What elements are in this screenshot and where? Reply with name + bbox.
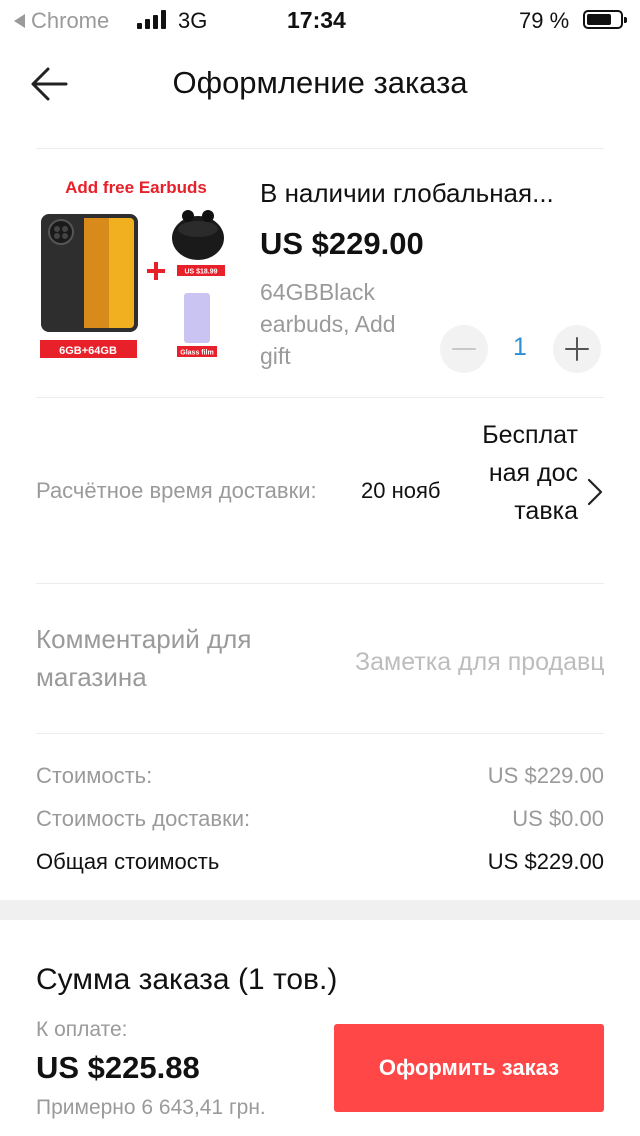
shipping-cost-value: US $0.00 (512, 806, 604, 831)
network-type: 3G (178, 8, 208, 33)
battery-icon (583, 10, 627, 29)
subtotal-label: Стоимость: (36, 763, 153, 788)
subtotal-row: Стоимость: US $229.00 (36, 763, 604, 789)
delivery-method[interactable]: Бесплатная доставка (478, 416, 578, 530)
minus-icon (452, 348, 476, 350)
plus-icon (565, 337, 589, 361)
storage-tag-text: 6GB+64GB (59, 345, 117, 357)
place-order-button[interactable]: Оформить заказ (334, 1024, 604, 1112)
subtotal-value: US $229.00 (487, 763, 604, 788)
product-title[interactable]: В наличии глобальная... (260, 178, 604, 209)
product-variant[interactable]: 64GBBlack earbuds, Add gift (260, 276, 430, 372)
total-row: Общая стоимость US $229.00 (36, 849, 604, 875)
divider (36, 733, 604, 734)
divider (36, 397, 604, 398)
divider (36, 148, 604, 149)
comment-label: Комментарий для магазина (36, 624, 252, 692)
product-price: US $229.00 (260, 226, 424, 261)
back-to-app-link[interactable]: Chrome (14, 8, 109, 34)
quantity-increase-button[interactable] (553, 325, 601, 373)
product-image[interactable]: Add free Earbuds 6GB+64GB US $18.99 Glas… (36, 172, 236, 372)
status-bar: Chrome 3G 17:34 79 % (0, 0, 640, 40)
promo-text: Add free Earbuds (65, 178, 207, 197)
total-label: Общая стоимость (36, 849, 220, 874)
battery-fill (587, 14, 612, 25)
clock: 17:34 (287, 7, 346, 33)
signal-strength-icon (137, 9, 166, 29)
quantity-value[interactable]: 1 (498, 333, 542, 362)
chevron-right-icon[interactable] (584, 477, 606, 507)
pay-amount: US $225.88 (36, 1050, 200, 1085)
delivery-label: Расчётное время доставки: (36, 478, 317, 503)
quantity-decrease-button[interactable] (440, 325, 488, 373)
page-title: Оформление заказа (172, 65, 468, 100)
section-separator (0, 900, 640, 920)
battery-percentage: 79 % (519, 8, 570, 33)
back-app-label: Chrome (31, 8, 110, 33)
earbuds-price-text: US $18.99 (184, 269, 217, 276)
delivery-date: 20 нояб (361, 478, 441, 503)
shipping-cost-row: Стоимость доставки: US $0.00 (36, 806, 604, 832)
pay-approx-local: Примерно 6 643,41 грн. (36, 1096, 266, 1119)
seller-note-input[interactable] (355, 640, 605, 684)
film-label-text: Glass film (180, 350, 213, 357)
shipping-cost-label: Стоимость доставки: (36, 806, 251, 831)
divider (36, 583, 604, 584)
pay-label: К оплате: (36, 1018, 128, 1041)
back-triangle-icon (14, 14, 25, 28)
total-value: US $229.00 (487, 849, 604, 874)
order-summary-title: Сумма заказа (1 тов.) (36, 963, 338, 996)
